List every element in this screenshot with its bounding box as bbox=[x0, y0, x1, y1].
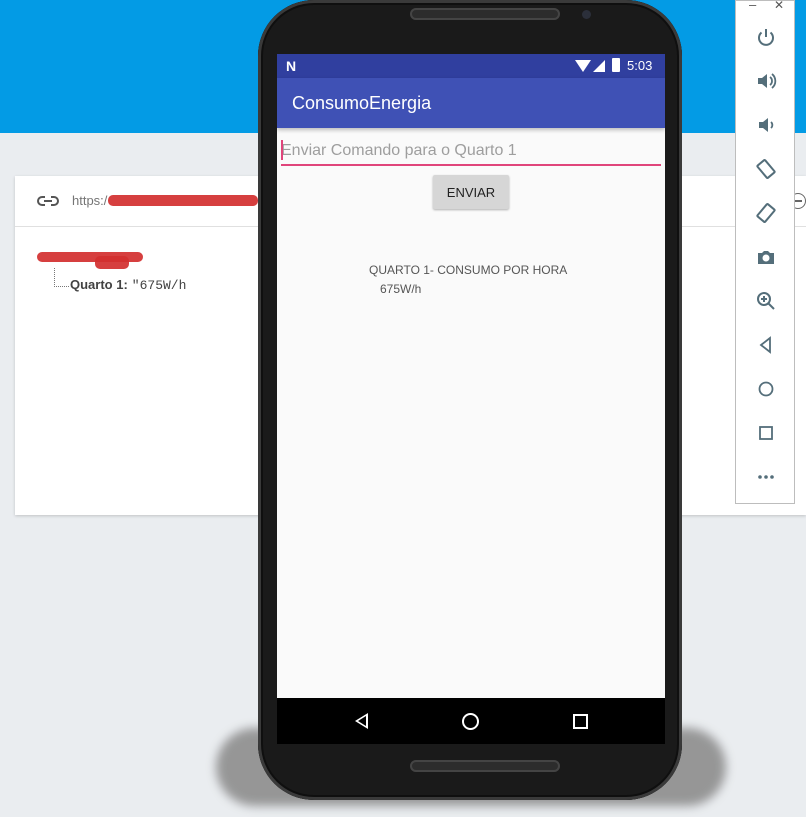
front-camera bbox=[582, 10, 591, 19]
tree-child-node[interactable]: Quarto 1: "675W/h bbox=[70, 277, 186, 293]
link-icon bbox=[37, 196, 59, 206]
emulator-window-controls: – ✕ bbox=[736, 0, 794, 15]
overview-icon[interactable] bbox=[753, 422, 779, 448]
notification-n-icon: N bbox=[286, 58, 297, 74]
rotate-left-icon[interactable] bbox=[753, 158, 779, 184]
home-icon[interactable] bbox=[753, 378, 779, 404]
send-button[interactable]: ENVIAR bbox=[433, 175, 509, 209]
recents-icon[interactable] bbox=[573, 714, 588, 729]
command-input[interactable] bbox=[281, 138, 661, 166]
battery-icon bbox=[612, 58, 620, 72]
power-icon[interactable] bbox=[753, 26, 779, 52]
back-icon[interactable] bbox=[753, 334, 779, 360]
wifi-icon bbox=[575, 60, 591, 72]
app-bar: ConsumoEnergia bbox=[277, 78, 665, 128]
more-icon[interactable] bbox=[753, 466, 779, 492]
volume-down-icon[interactable] bbox=[753, 114, 779, 140]
camera-icon[interactable] bbox=[753, 246, 779, 272]
volume-up-icon[interactable] bbox=[753, 70, 779, 96]
rotate-right-icon[interactable] bbox=[753, 202, 779, 228]
close-button[interactable]: ✕ bbox=[774, 0, 784, 12]
top-speaker bbox=[410, 8, 560, 20]
database-url[interactable]: https:/ bbox=[72, 193, 107, 208]
tree-child-key: Quarto 1: bbox=[70, 277, 128, 292]
bottom-speaker bbox=[410, 760, 560, 772]
consumption-value: 675W/h bbox=[380, 282, 422, 296]
tree-child-value[interactable]: "675W/h bbox=[132, 278, 187, 293]
consumption-label: QUARTO 1- CONSUMO POR HORA bbox=[369, 263, 568, 277]
signal-icon bbox=[593, 60, 605, 72]
tree-connector bbox=[54, 268, 69, 287]
app-title: ConsumoEnergia bbox=[292, 93, 432, 113]
zoom-icon[interactable] bbox=[753, 290, 779, 316]
navigation-bar bbox=[277, 698, 665, 744]
home-icon[interactable] bbox=[462, 713, 479, 730]
status-bar: N 5:03 bbox=[277, 54, 665, 78]
status-time: 5:03 bbox=[627, 58, 653, 73]
minimize-button[interactable]: – bbox=[749, 0, 756, 12]
device-screen: N 5:03 ConsumoEnergia ENVIAR QUARTO 1- C… bbox=[277, 54, 665, 698]
emulator-toolbar: – ✕ bbox=[735, 0, 795, 504]
status-icons: 5:03 bbox=[575, 58, 665, 74]
text-cursor bbox=[281, 140, 283, 160]
redaction-mark bbox=[108, 195, 258, 206]
redaction-mark bbox=[95, 256, 129, 269]
back-icon[interactable] bbox=[355, 713, 368, 729]
